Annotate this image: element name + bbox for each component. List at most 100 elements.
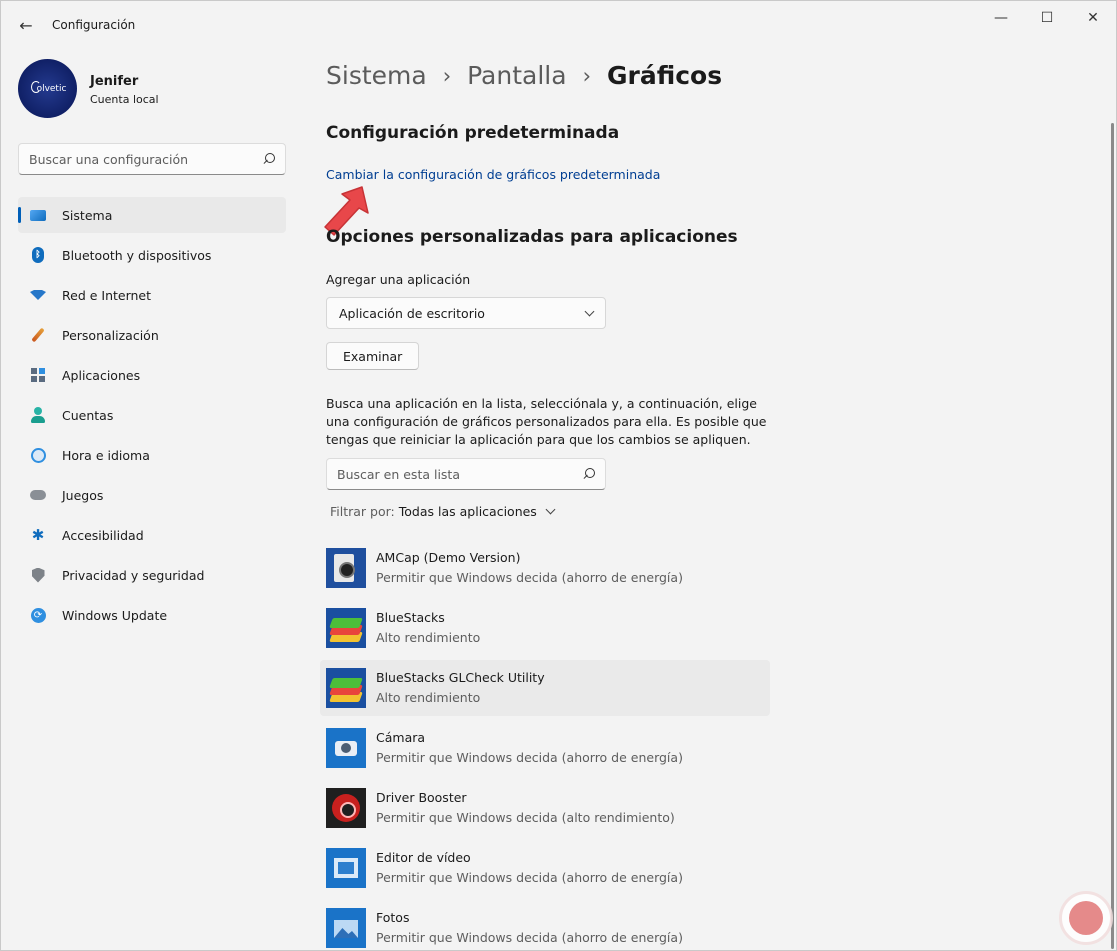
sidebar-item-accessibility[interactable]: ✱ Accesibilidad	[18, 517, 286, 553]
sidebar-item-personalization[interactable]: Personalización	[18, 317, 286, 353]
bluestacks-icon	[326, 608, 366, 648]
wifi-icon	[30, 287, 46, 303]
minimize-button[interactable]: —	[978, 1, 1024, 35]
app-row-driver-booster[interactable]: Driver Booster Permitir que Windows deci…	[320, 780, 770, 836]
app-row-video-editor[interactable]: Editor de vídeo Permitir que Windows dec…	[320, 840, 770, 896]
app-list: AMCap (Demo Version) Permitir que Window…	[320, 540, 770, 950]
app-name: AMCap (Demo Version)	[376, 550, 521, 565]
sidebar-item-label: Hora e idioma	[62, 447, 150, 463]
settings-search-input[interactable]: Buscar una configuración	[18, 143, 286, 175]
video-editor-icon	[326, 848, 366, 888]
sidebar-item-label: Juegos	[62, 487, 104, 503]
filter-label: Filtrar por:	[330, 504, 395, 519]
profile-name: Jenifer	[90, 74, 139, 89]
sidebar-item-time-language[interactable]: Hora e idioma	[18, 437, 286, 473]
custom-options-description: Busca una aplicación en la lista, selecc…	[326, 396, 767, 447]
app-graphics-mode: Permitir que Windows decida (ahorro de e…	[376, 570, 683, 585]
app-type-value: Aplicación de escritorio	[339, 305, 485, 321]
sidebar-item-gaming[interactable]: Juegos	[18, 477, 286, 513]
bluetooth-icon: ᛒ	[30, 247, 46, 263]
apps-icon	[30, 367, 46, 383]
sidebar-nav: Sistema ᛒ Bluetooth y dispositivos Red e…	[18, 197, 286, 637]
app-name: Fotos	[376, 910, 410, 925]
bluestacks-glcheck-icon	[326, 668, 366, 708]
app-row-bluestacks-glcheck[interactable]: BlueStacks GLCheck Utility Alto rendimie…	[320, 660, 770, 716]
search-icon	[263, 153, 275, 165]
sidebar-item-label: Aplicaciones	[62, 367, 141, 383]
update-icon: ⟳	[30, 607, 46, 623]
sidebar-item-bluetooth[interactable]: ᛒ Bluetooth y dispositivos	[18, 237, 286, 273]
title-bar: ← Configuración — ☐ ✕	[1, 1, 1116, 49]
list-search-input[interactable]: Buscar en esta lista	[326, 458, 606, 490]
breadcrumb: Sistema › Pantalla › Gráficos	[326, 61, 722, 90]
main-scrollbar[interactable]	[1111, 123, 1114, 949]
sidebar-item-label: Personalización	[62, 327, 159, 343]
avatar: olvetic	[18, 59, 77, 118]
app-name: BlueStacks	[376, 610, 445, 625]
sidebar-item-label: Sistema	[62, 207, 113, 223]
change-default-graphics-link[interactable]: Cambiar la configuración de gráficos pre…	[326, 167, 660, 182]
window-title: Configuración	[52, 18, 136, 32]
app-name: Cámara	[376, 730, 426, 745]
close-button[interactable]: ✕	[1070, 1, 1116, 35]
list-search-placeholder: Buscar en esta lista	[337, 466, 460, 482]
search-icon	[583, 468, 595, 480]
profile-account-type: Cuenta local	[90, 93, 159, 106]
breadcrumb-item-sistema[interactable]: Sistema	[326, 61, 427, 90]
sidebar-item-label: Privacidad y seguridad	[62, 567, 205, 583]
photos-icon	[326, 908, 366, 948]
sidebar-item-privacy[interactable]: Privacidad y seguridad	[18, 557, 286, 593]
chevron-right-icon: ›	[442, 63, 452, 88]
settings-search-placeholder: Buscar una configuración	[29, 151, 189, 167]
app-graphics-mode: Permitir que Windows decida (ahorro de e…	[376, 930, 683, 945]
minimize-icon: —	[994, 10, 1008, 26]
camera-icon	[326, 728, 366, 768]
watermark-logo-icon	[1059, 891, 1113, 945]
gamepad-icon	[30, 487, 46, 503]
sidebar-item-network[interactable]: Red e Internet	[18, 277, 286, 313]
arrow-left-icon: ←	[19, 15, 33, 35]
chevron-down-icon	[584, 306, 595, 316]
add-app-label: Agregar una aplicación	[326, 272, 471, 287]
back-button[interactable]: ←	[13, 11, 39, 39]
user-icon	[30, 407, 46, 423]
app-graphics-mode: Permitir que Windows decida (ahorro de e…	[376, 750, 683, 765]
default-config-heading: Configuración predeterminada	[326, 123, 620, 143]
page-title: Gráficos	[606, 61, 723, 90]
sidebar-item-label: Bluetooth y dispositivos	[62, 247, 212, 263]
maximize-icon: ☐	[1040, 10, 1054, 26]
shield-icon	[30, 567, 46, 583]
sidebar-item-apps[interactable]: Aplicaciones	[18, 357, 286, 393]
custom-options-heading: Opciones personalizadas para aplicacione…	[326, 227, 738, 247]
app-name: BlueStacks GLCheck Utility	[376, 670, 545, 685]
app-row-photos[interactable]: Fotos Permitir que Windows decida (ahorr…	[320, 900, 770, 950]
chevron-right-icon: ›	[582, 63, 591, 88]
browse-button[interactable]: Examinar	[326, 342, 420, 370]
filter-dropdown[interactable]: Filtrar por: Todas las aplicaciones	[330, 504, 556, 519]
accessibility-icon: ✱	[31, 526, 45, 544]
app-name: Driver Booster	[376, 790, 467, 805]
app-graphics-mode: Permitir que Windows decida (alto rendim…	[376, 810, 675, 825]
app-row-bluestacks[interactable]: BlueStacks Alto rendimiento	[320, 600, 770, 656]
app-type-dropdown[interactable]: Aplicación de escritorio	[326, 297, 606, 329]
sidebar-item-label: Windows Update	[62, 607, 168, 623]
app-graphics-mode: Permitir que Windows decida (ahorro de e…	[376, 870, 683, 885]
close-icon: ✕	[1087, 10, 1099, 26]
brush-icon	[30, 327, 46, 343]
sidebar-item-label: Cuentas	[62, 407, 114, 423]
sidebar-item-label: Red e Internet	[62, 287, 152, 303]
maximize-button[interactable]: ☐	[1024, 1, 1070, 35]
sidebar-item-windows-update[interactable]: ⟳ Windows Update	[18, 597, 286, 633]
chevron-down-icon	[545, 504, 556, 515]
sidebar-item-accounts[interactable]: Cuentas	[18, 397, 286, 433]
breadcrumb-item-pantalla[interactable]: Pantalla	[467, 61, 566, 90]
app-row-camera[interactable]: Cámara Permitir que Windows decida (ahor…	[320, 720, 770, 776]
app-name: Editor de vídeo	[376, 850, 471, 865]
clock-icon	[30, 447, 46, 463]
app-row-amcap[interactable]: AMCap (Demo Version) Permitir que Window…	[320, 540, 770, 596]
app-graphics-mode: Alto rendimiento	[376, 690, 481, 705]
filter-value: Todas las aplicaciones	[398, 504, 537, 519]
settings-window: ← Configuración — ☐ ✕ olvetic Jenifer Cu…	[0, 0, 1117, 951]
sidebar-item-sistema[interactable]: Sistema	[18, 197, 286, 233]
app-graphics-mode: Alto rendimiento	[376, 630, 481, 645]
